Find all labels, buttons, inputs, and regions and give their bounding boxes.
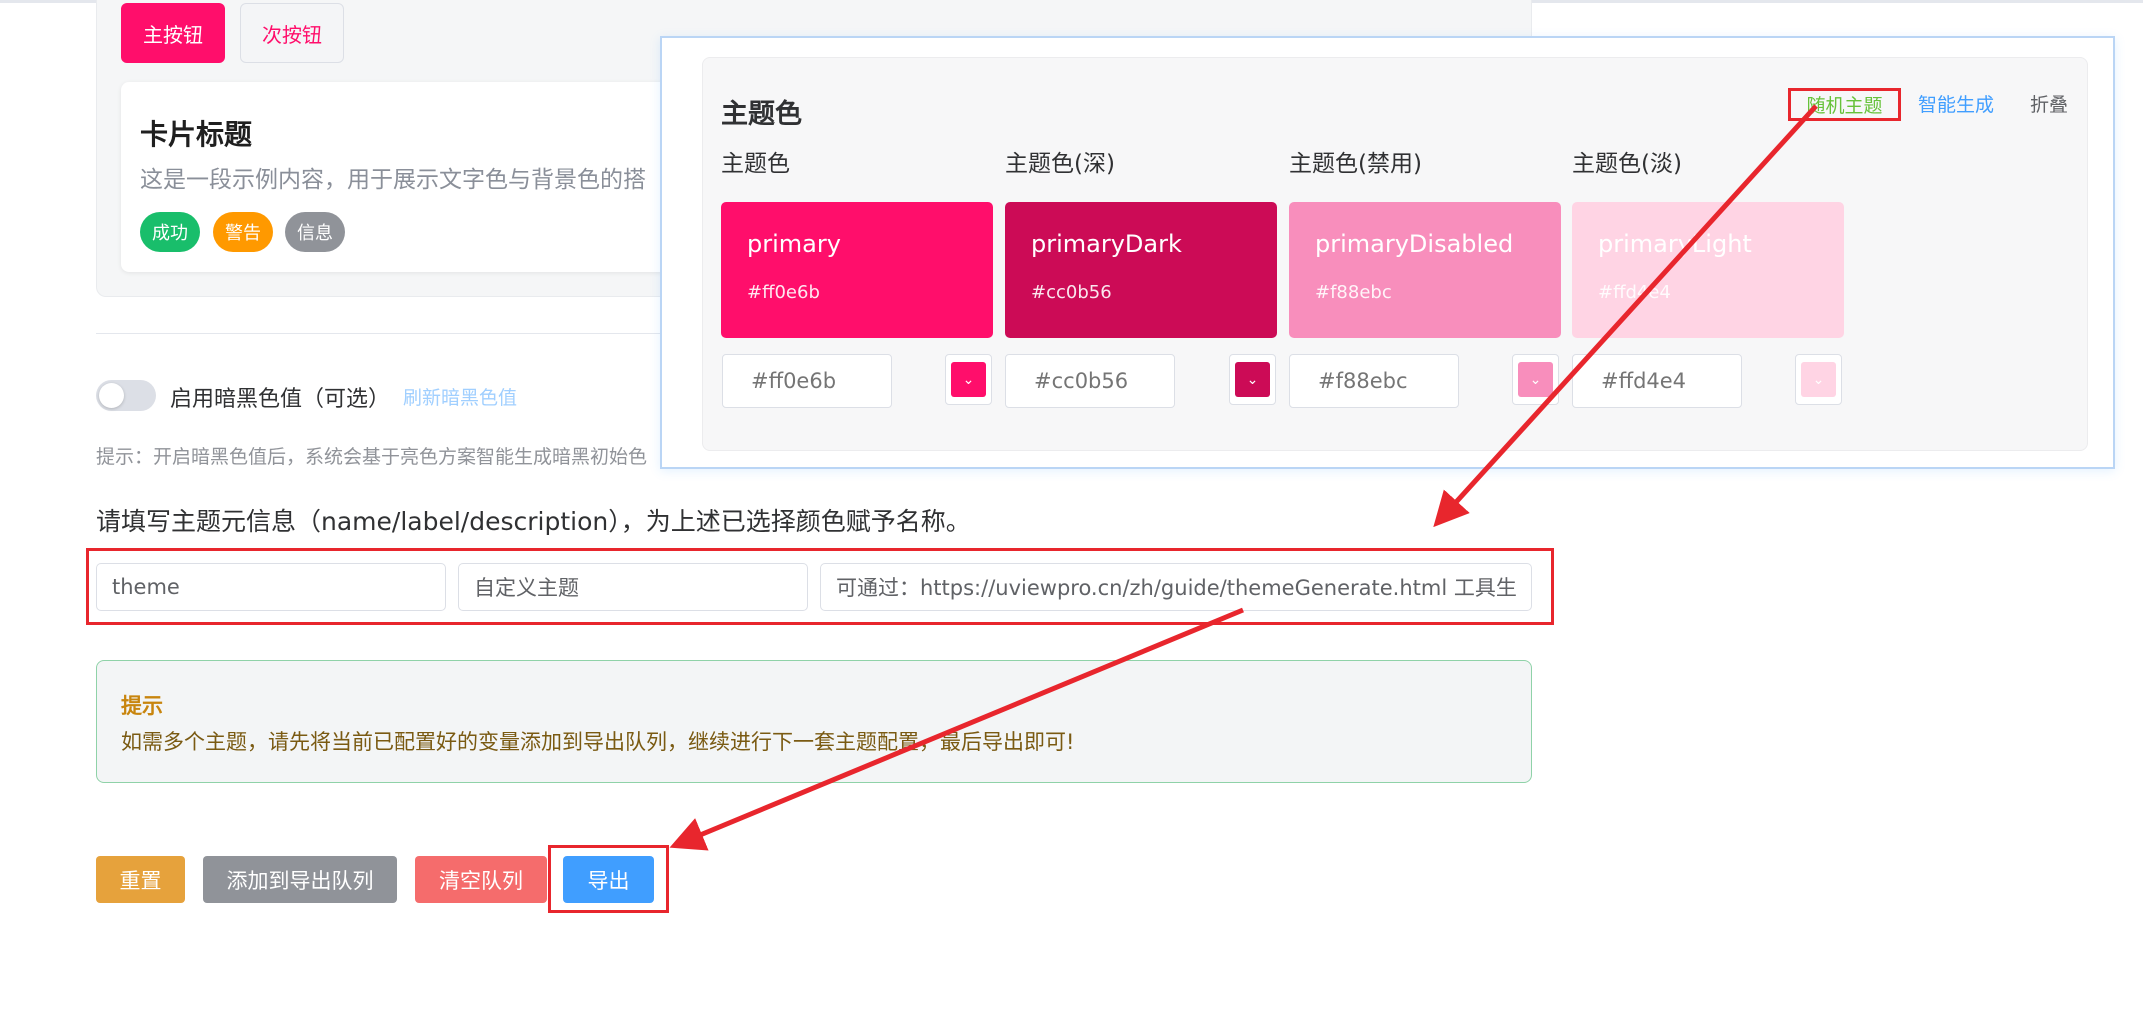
annotation-box-export [548, 845, 669, 913]
hex-input-primary-dark[interactable] [1005, 354, 1175, 408]
success-tag: 成功 [140, 212, 200, 252]
chevron-down-icon: ⌄ [1518, 362, 1553, 397]
swatch-hex: #f88ebc [1315, 282, 1392, 303]
swatch-hex: #ff0e6b [747, 282, 820, 303]
smart-generate-link[interactable]: 智能生成 [1918, 90, 1994, 117]
tip-alert [96, 660, 1532, 783]
card-title: 卡片标题 [140, 118, 253, 151]
chevron-down-icon: ⌄ [1801, 362, 1836, 397]
hex-input-primary[interactable] [722, 354, 892, 408]
swatch-name: primaryDisabled [1315, 230, 1514, 258]
swatch-primary: primary #ff0e6b [721, 202, 993, 338]
meta-info-title: 请填写主题元信息（name/label/description），为上述已选择颜… [96, 507, 971, 536]
swatch-name: primaryLight [1598, 230, 1752, 258]
swatch-primary-light: primaryLight #ffd4e4 [1572, 202, 1844, 338]
swatch-primary-disabled: primaryDisabled #f88ebc [1289, 202, 1561, 338]
swatch-name: primary [747, 230, 841, 258]
refresh-dark-colors-link[interactable]: 刷新暗黑色值 [403, 383, 517, 410]
warning-tag: 警告 [213, 212, 273, 252]
swatch-name: primaryDark [1031, 230, 1182, 258]
color-label-primary-dark: 主题色(深) [1005, 151, 1115, 177]
theme-name-input[interactable] [96, 563, 446, 611]
color-picker-primary[interactable]: ⌄ [945, 354, 992, 405]
info-tag: 信息 [285, 212, 345, 252]
swatch-hex: #ffd4e4 [1598, 282, 1671, 303]
hex-input-primary-disabled[interactable] [1289, 354, 1459, 408]
theme-description-input[interactable] [820, 563, 1532, 611]
reset-button[interactable]: 重置 [96, 856, 185, 903]
chevron-down-icon: ⌄ [951, 362, 986, 397]
theme-color-heading: 主题色 [721, 99, 802, 130]
color-picker-primary-light[interactable]: ⌄ [1795, 354, 1842, 405]
tip-text: 如需多个主题，请先将当前已配置好的变量添加到导出队列，继续进行下一套主题配置，最… [121, 730, 1075, 754]
dark-mode-hint: 提示：开启暗黑色值后，系统会基于亮色方案智能生成暗黑初始色 [96, 446, 648, 468]
hex-input-primary-light[interactable] [1572, 354, 1742, 408]
chevron-down-icon: ⌄ [1235, 362, 1270, 397]
color-label-primary-light: 主题色(淡) [1572, 151, 1682, 177]
dark-mode-label: 启用暗黑色值（可选） [170, 387, 391, 412]
card-description: 这是一段示例内容，用于展示文字色与背景色的搭 [140, 167, 646, 193]
random-theme-link[interactable]: 随机主题 [1788, 88, 1901, 121]
color-label-primary: 主题色 [721, 151, 790, 177]
secondary-button-demo[interactable]: 次按钮 [240, 3, 344, 63]
swatch-hex: #cc0b56 [1031, 282, 1112, 303]
color-picker-primary-disabled[interactable]: ⌄ [1512, 354, 1559, 405]
tip-title: 提示 [121, 694, 163, 718]
fold-link[interactable]: 折叠 [2030, 90, 2068, 117]
swatch-primary-dark: primaryDark #cc0b56 [1005, 202, 1277, 338]
color-picker-primary-dark[interactable]: ⌄ [1229, 354, 1276, 405]
clear-queue-button[interactable]: 清空队列 [415, 856, 547, 903]
color-label-primary-disabled: 主题色(禁用) [1289, 151, 1422, 177]
add-to-queue-button[interactable]: 添加到导出队列 [203, 856, 397, 903]
primary-button-demo[interactable]: 主按钮 [121, 3, 225, 63]
switch-knob [99, 383, 124, 408]
theme-label-input[interactable] [458, 563, 808, 611]
